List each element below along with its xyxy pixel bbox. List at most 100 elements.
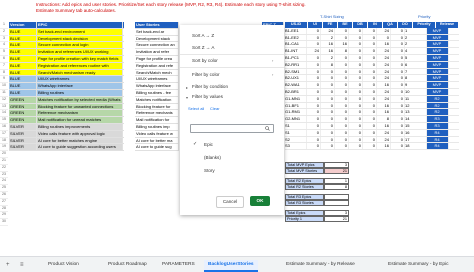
search-input[interactable] — [190, 124, 274, 133]
collapse-icon[interactable]: ▾ — [186, 95, 188, 100]
row-number[interactable]: 5 — [0, 49, 8, 56]
estimate-cell[interactable]: 24 — [321, 27, 335, 34]
estimate-cell[interactable]: 0 — [307, 88, 321, 95]
epic-cell[interactable]: Billing routines improvements — [37, 123, 123, 130]
tab-parameters[interactable]: PARAMETERS — [158, 260, 199, 270]
estimate-cell[interactable]: 0 — [307, 75, 321, 82]
release-cell[interactable]: MVP — [427, 75, 449, 82]
estimate-cell[interactable]: 0 — [307, 143, 321, 150]
priority-cell[interactable]: 6 — [405, 61, 427, 68]
version-cell[interactable]: BLUE — [9, 89, 37, 96]
user-story-cell[interactable]: Registration and refe — [135, 62, 179, 69]
user-story-cell[interactable]: Billing routines - fee — [135, 89, 179, 96]
priority-cell[interactable]: 11 — [405, 95, 427, 102]
estimate-cell[interactable]: 8 — [335, 48, 349, 54]
estimate-cell[interactable]: 0 — [307, 54, 321, 61]
epic-cell[interactable]: Blocking feature for unwanted connection… — [37, 103, 123, 110]
estimate-cell[interactable]: 0 — [349, 122, 363, 129]
priority-cell[interactable]: 9 — [405, 82, 427, 88]
estimate-cell[interactable]: 0 — [349, 143, 363, 150]
release-cell[interactable]: MVP — [427, 68, 449, 75]
estimate-cell[interactable]: 0 — [377, 34, 391, 41]
estimate-cell[interactable]: 0 — [391, 102, 405, 109]
estimate-cell[interactable]: 24 — [377, 68, 391, 75]
estimate-cell[interactable]: 0 — [321, 143, 335, 150]
us-id-cell[interactable]: G1-RM1 — [285, 109, 307, 116]
estimate-cell[interactable]: 24 — [377, 61, 391, 68]
estimate-cell[interactable]: 24 — [377, 75, 391, 82]
user-story-cell[interactable]: AI core for better ma — [135, 137, 179, 144]
release-cell[interactable]: R2 — [427, 109, 449, 116]
user-story-cell[interactable]: Video calls feature w — [135, 130, 179, 137]
estimate-cell[interactable]: 0 — [363, 75, 377, 82]
version-cell[interactable]: GREEN — [9, 117, 37, 123]
user-story-cell[interactable]: Search/Match mech — [135, 69, 179, 76]
us-id-cell[interactable]: B1-CA1 — [285, 41, 307, 48]
estimate-cell[interactable]: 0 — [391, 41, 405, 48]
estimate-cell[interactable]: 0 — [391, 109, 405, 116]
all-sheets-icon[interactable]: ≡ — [20, 260, 24, 270]
row-number[interactable]: 19 — [0, 144, 8, 152]
row-number[interactable]: 15 — [0, 117, 8, 124]
estimate-cell[interactable]: 0 — [307, 129, 321, 136]
estimate-cell[interactable]: 16 — [335, 41, 349, 48]
epic-cell[interactable]: Set back-end environment — [37, 28, 123, 35]
priority-cell[interactable]: 7 — [405, 68, 427, 75]
priority-cell[interactable]: 15 — [405, 122, 427, 129]
tab-product-vision[interactable]: Product Vision — [44, 260, 83, 270]
estimate-cell[interactable]: 0 — [391, 116, 405, 122]
estimate-cell[interactable]: 16 — [377, 109, 391, 116]
estimate-cell[interactable]: 0 — [349, 109, 363, 116]
row-number[interactable]: 22 — [0, 165, 8, 172]
row-number[interactable]: 8 — [0, 70, 8, 77]
estimate-cell[interactable]: 16 — [377, 82, 391, 88]
epic-cell[interactable]: WhatsApp interface — [37, 83, 123, 89]
cancel-button[interactable]: Cancel — [216, 196, 244, 208]
us-id-cell[interactable]: B2-UX1 — [285, 75, 307, 82]
estimate-cell[interactable]: 0 — [321, 88, 335, 95]
estimate-cell[interactable]: 0 — [391, 95, 405, 102]
row-number[interactable]: 20 — [0, 151, 8, 158]
select-all-link[interactable]: Select all — [188, 106, 204, 111]
epic-cell[interactable]: Secure connection and login — [37, 42, 123, 49]
priority-cell[interactable]: 10 — [405, 88, 427, 95]
epic-cell[interactable]: Matches notification by selected media (… — [37, 96, 123, 103]
row-number[interactable]: 16 — [0, 124, 8, 131]
estimate-cell[interactable]: 0 — [321, 82, 335, 88]
row-number[interactable]: 17 — [0, 131, 8, 138]
estimate-cell[interactable]: 0 — [349, 61, 363, 68]
estimate-cell[interactable]: 0 — [307, 82, 321, 88]
estimate-cell[interactable]: 0 — [307, 116, 321, 122]
user-story-cell[interactable]: WhatsApp interface — [135, 83, 179, 89]
estimate-cell[interactable]: 0 — [349, 116, 363, 122]
estimate-cell[interactable]: 0 — [321, 129, 335, 136]
estimate-cell[interactable]: 0 — [335, 143, 349, 150]
estimate-cell[interactable]: 0 — [363, 122, 377, 129]
estimate-cell[interactable]: 8 — [377, 116, 391, 122]
version-cell[interactable]: SILVER — [9, 123, 37, 130]
sort-a-z[interactable]: Sort A → Z — [192, 33, 214, 38]
estimate-cell[interactable]: 0 — [307, 102, 321, 109]
version-cell[interactable]: BLUE — [9, 42, 37, 49]
filter-by-values[interactable]: Filter by values — [192, 94, 223, 99]
version-cell[interactable]: BLUE — [9, 49, 37, 55]
estimate-cell[interactable]: 0 — [391, 88, 405, 95]
estimate-cell[interactable]: 0 — [349, 129, 363, 136]
estimate-cell[interactable]: 0 — [363, 27, 377, 34]
us-id-cell[interactable]: B2-BR1 — [285, 88, 307, 95]
estimate-cell[interactable]: 0 — [335, 27, 349, 34]
priority-cell[interactable]: 4 — [405, 48, 427, 54]
version-cell[interactable]: SILVER — [9, 144, 37, 151]
estimate-cell[interactable]: 0 — [349, 82, 363, 88]
tab-estimate-by-epic[interactable]: Estimate Summary - by Epic — [384, 260, 472, 270]
row-number[interactable]: 7 — [0, 63, 8, 70]
us-id-cell[interactable]: B2-SM1 — [285, 68, 307, 75]
row-number[interactable]: 10 — [0, 83, 8, 90]
row-number[interactable]: 6 — [0, 56, 8, 63]
release-cell[interactable]: MVP — [427, 61, 449, 68]
estimate-cell[interactable]: 0 — [363, 102, 377, 109]
release-cell[interactable]: MVP — [427, 48, 449, 54]
version-cell[interactable]: GREEN — [9, 96, 37, 103]
row-number[interactable]: 18 — [0, 138, 8, 145]
estimate-cell[interactable]: 24 — [377, 136, 391, 143]
